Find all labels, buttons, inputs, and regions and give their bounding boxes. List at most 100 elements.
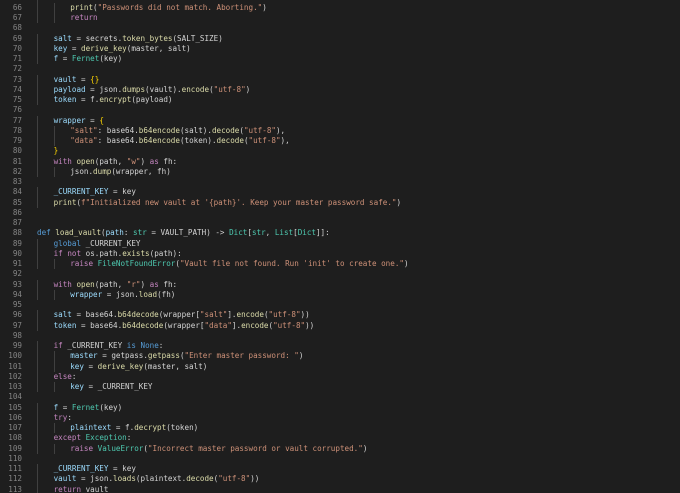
line-number: 75 — [12, 95, 22, 104]
code-token: dump — [93, 166, 112, 176]
code-line[interactable]: 79 "data": base64.b64encode(token).decode… — [0, 136, 680, 147]
line-number: 76 — [12, 105, 22, 115]
code-line[interactable]: 95 — [0, 300, 680, 310]
code-token: ) — [403, 259, 409, 268]
code-line[interactable]: 91 raise FileNotFoundError("Vault file no… — [0, 259, 680, 270]
code-line[interactable]: 110 — [0, 454, 680, 464]
code-line[interactable]: 93 with open(path, "r") as fh: — [0, 279, 680, 290]
indent-guide — [37, 166, 38, 177]
code-line[interactable]: 69 salt = secrets.token_bytes(SALT_SIZE) — [0, 33, 680, 44]
code-line[interactable]: 83 — [0, 177, 680, 187]
code-token: key — [70, 382, 84, 391]
code-line[interactable]: 88 def load_vault(path: str = VAULT_PATH)… — [0, 228, 680, 238]
code-line[interactable]: 87 — [0, 218, 680, 228]
code-token: "data" — [70, 136, 98, 145]
code-line[interactable]: 97 token = base64.b64decode(wrapper["data… — [0, 320, 680, 331]
code-token: is — [126, 341, 136, 350]
code-line[interactable]: 84 _CURRENT_KEY = key — [0, 187, 680, 198]
indent-guide — [53, 289, 55, 300]
code-line[interactable]: 106 try: — [0, 412, 680, 423]
line-number: 112 — [8, 474, 22, 484]
indent-guide — [37, 279, 38, 290]
code-line[interactable]: 75 token = f.encrypt(payload) — [0, 95, 680, 106]
indent-guide — [37, 310, 38, 321]
code-line[interactable]: 73 vault = {} — [0, 74, 680, 85]
code-token: global — [53, 238, 82, 248]
line-number: 70 — [12, 43, 22, 53]
code-line[interactable]: 107 plaintext = f.decrypt(token) — [0, 423, 680, 434]
code-token: ]. — [231, 320, 242, 330]
code-line[interactable]: 66 print("Passwords did not match. Aborti… — [0, 2, 680, 13]
code-token: Dict — [229, 228, 248, 238]
code-line[interactable]: 76 — [0, 105, 680, 115]
code-line[interactable]: 111 _CURRENT_KEY = key — [0, 464, 680, 475]
code-line[interactable]: 86 — [0, 208, 680, 218]
code-token: : — [126, 433, 132, 443]
code-line[interactable]: 92 — [0, 269, 680, 279]
indent-guide — [53, 382, 55, 393]
code-token: vault — [53, 74, 77, 84]
code-line[interactable]: 99 if _CURRENT_KEY is None: — [0, 341, 680, 352]
code-token: (payload) — [131, 95, 173, 104]
code-line[interactable]: 82 json.dump(wrapper, fh) — [0, 166, 680, 177]
code-token: key — [53, 43, 68, 53]
code-token: (path, — [94, 156, 127, 166]
code-line[interactable]: 78 "salt": base64.b64encode(salt).decode(… — [0, 125, 680, 136]
code-line[interactable]: 112 vault = json.loads(plaintext.decode("… — [0, 474, 680, 485]
code-line[interactable]: 90 if not os.path.exists(path): — [0, 248, 680, 259]
code-token: if — [53, 248, 63, 258]
code-text: json.dump(wrapper, fh) — [70, 167, 171, 177]
code-token: "data" — [204, 320, 232, 330]
code-token: = json. — [85, 84, 123, 94]
code-text: vault = {} — [54, 75, 100, 85]
code-text: print("Passwords did not match. Aborting… — [70, 3, 267, 13]
code-line[interactable]: 80} — [0, 146, 680, 157]
indent-guide — [37, 84, 38, 95]
code-line[interactable]: 68 — [0, 23, 680, 33]
code-token: print — [70, 2, 94, 12]
code-line[interactable]: 103 key = _CURRENT_KEY — [0, 382, 680, 393]
code-text: token = f.encrypt(payload) — [54, 95, 173, 105]
indent-guide — [37, 95, 38, 106]
indent-guide — [37, 2, 38, 13]
code-editor[interactable]: 65if master != master2:66print("Password… — [0, 0, 680, 493]
code-token: wrapper — [53, 115, 86, 125]
code-line[interactable]: 105 f = Fernet(key) — [0, 402, 680, 413]
code-line[interactable]: 102 else: — [0, 371, 680, 382]
code-line[interactable]: 98 — [0, 331, 680, 341]
code-line[interactable]: 85 print(f"Initialized new vault at '{pat… — [0, 197, 680, 208]
code-line[interactable]: 89 global _CURRENT_KEY — [0, 238, 680, 249]
code-line[interactable]: 96 salt = base64.b64decode(wrapper["salt"… — [0, 310, 680, 321]
code-line[interactable]: 71 f = Fernet(key) — [0, 54, 680, 65]
code-line[interactable]: 70 key = derive_key(master, salt) — [0, 43, 680, 54]
code-line[interactable]: 109 raise ValueError("Incorrect master pa… — [0, 443, 680, 454]
code-line[interactable]: 67 return — [0, 13, 680, 24]
line-number: 82 — [12, 166, 22, 176]
indent-guide — [37, 289, 38, 300]
code-token: derive_key — [81, 43, 127, 53]
line-number: 68 — [12, 23, 22, 33]
code-line[interactable]: 113 return vault — [0, 484, 680, 493]
code-token: with — [53, 279, 72, 289]
code-line[interactable]: 77 wrapper = { — [0, 115, 680, 126]
code-token: )) — [250, 474, 260, 484]
code-text: _CURRENT_KEY = key — [54, 464, 136, 474]
code-line[interactable]: 74 payload = json.dumps(vault).encode("ut… — [0, 84, 680, 95]
code-line[interactable]: 94 wrapper = json.load(fh) — [0, 289, 680, 300]
code-token: return — [53, 484, 82, 493]
code-token: derive_key — [97, 361, 144, 371]
code-line[interactable]: 81 with open(path, "w") as fh: — [0, 156, 680, 167]
code-line[interactable]: 72 — [0, 64, 680, 74]
code-text: token = base64.b64decode(wrapper["data"]… — [54, 321, 315, 331]
code-text: return vault — [54, 485, 109, 493]
code-line[interactable]: 108 except Exception: — [0, 433, 680, 444]
code-line[interactable]: 101 key = derive_key(master, salt) — [0, 361, 680, 372]
code-token: print — [53, 197, 77, 207]
code-lines[interactable]: 65if master != master2:66print("Password… — [0, 0, 680, 493]
code-token: ]]: — [315, 228, 330, 238]
code-token: : — [123, 228, 134, 238]
code-token: (vault). — [145, 84, 182, 94]
code-line[interactable]: 104 — [0, 392, 680, 402]
code-text: return — [70, 13, 97, 23]
code-line[interactable]: 100 master = getpass.getpass("Enter maste… — [0, 351, 680, 362]
